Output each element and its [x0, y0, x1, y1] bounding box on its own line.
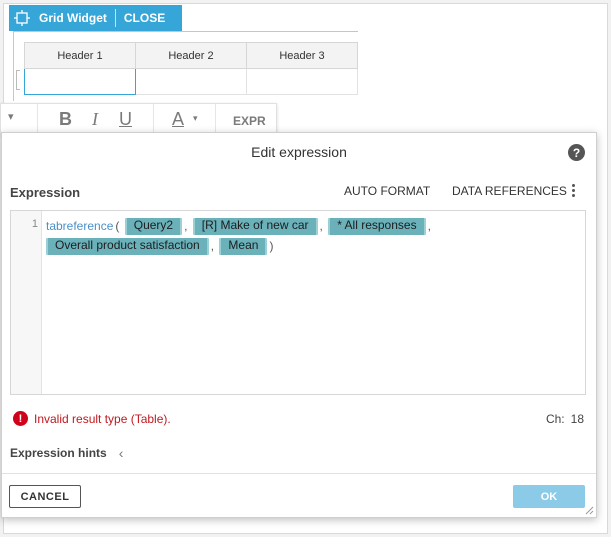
- error-icon: !: [13, 411, 28, 426]
- error-message: Invalid result type (Table).: [34, 411, 171, 426]
- font-color-caret-icon[interactable]: ▾: [193, 113, 198, 124]
- italic-button[interactable]: I: [92, 109, 98, 130]
- grid-table: Header 1 Header 2 Header 3: [24, 42, 358, 95]
- data-reference-token[interactable]: * All responses: [328, 218, 426, 236]
- comma: ,: [427, 219, 431, 233]
- bold-button[interactable]: B: [59, 109, 72, 130]
- data-reference-token[interactable]: [R] Make of new car: [192, 218, 318, 236]
- ok-button[interactable]: OK: [513, 485, 585, 508]
- comma: ,: [210, 239, 215, 253]
- expr-button[interactable]: EXPR: [233, 114, 266, 128]
- grid-cell[interactable]: [246, 68, 358, 95]
- comma: ,: [319, 219, 323, 233]
- underline-button[interactable]: U: [119, 109, 132, 130]
- function-name: tabreference: [46, 219, 114, 233]
- data-reference-token[interactable]: Overall product satisfaction: [46, 238, 209, 256]
- auto-format-button[interactable]: AUTO FORMAT: [344, 184, 430, 198]
- grid-header-1[interactable]: Header 1: [24, 42, 136, 69]
- comma: ,: [184, 219, 188, 233]
- dialog-footer: CANCEL OK: [2, 473, 596, 518]
- more-options-icon[interactable]: [569, 183, 577, 201]
- char-count: Ch: 18: [540, 412, 584, 426]
- dropdown-caret-icon[interactable]: ▾: [8, 110, 14, 123]
- chevron-left-icon: ‹: [118, 445, 124, 461]
- close-paren: ): [269, 239, 274, 253]
- resize-grip-icon[interactable]: [585, 506, 594, 515]
- help-icon[interactable]: ?: [568, 144, 585, 161]
- code-area[interactable]: tabreference( Query2, [R] Make of new ca…: [46, 216, 576, 256]
- line-gutter: 1: [11, 211, 42, 394]
- dialog-title: Edit expression: [251, 144, 347, 160]
- grid-cell[interactable]: [135, 68, 247, 95]
- grid-header-2[interactable]: Header 2: [135, 42, 247, 69]
- grid-header-3[interactable]: Header 3: [246, 42, 358, 69]
- font-color-button[interactable]: A: [172, 109, 184, 130]
- expression-hints-toggle[interactable]: Expression hints ‹: [10, 445, 123, 461]
- char-count-value: 18: [570, 412, 584, 426]
- edit-expression-dialog: Edit expression ? Expression AUTO FORMAT…: [1, 132, 597, 518]
- data-reference-token[interactable]: Query2: [124, 218, 183, 236]
- expression-hints-label: Expression hints: [10, 446, 107, 460]
- data-reference-token[interactable]: Mean: [219, 238, 268, 256]
- row-marker: [16, 70, 20, 90]
- widget-toolbar: Grid Widget CLOSE: [9, 5, 182, 31]
- error-row: ! Invalid result type (Table).: [13, 411, 171, 426]
- line-number: 1: [31, 218, 38, 230]
- widget-close-button[interactable]: CLOSE: [116, 11, 173, 25]
- cancel-button[interactable]: CANCEL: [9, 485, 81, 508]
- open-paren: (: [115, 219, 120, 233]
- data-references-button[interactable]: DATA REFERENCES: [452, 184, 567, 198]
- widget-title: Grid Widget: [39, 11, 107, 25]
- select-frame-icon[interactable]: [9, 5, 35, 31]
- expression-label: Expression: [10, 185, 81, 200]
- char-count-label: Ch:: [545, 412, 565, 426]
- grid-cell-active[interactable]: [24, 68, 136, 95]
- expression-editor[interactable]: 1 tabreference( Query2, [R] Make of new …: [10, 210, 586, 395]
